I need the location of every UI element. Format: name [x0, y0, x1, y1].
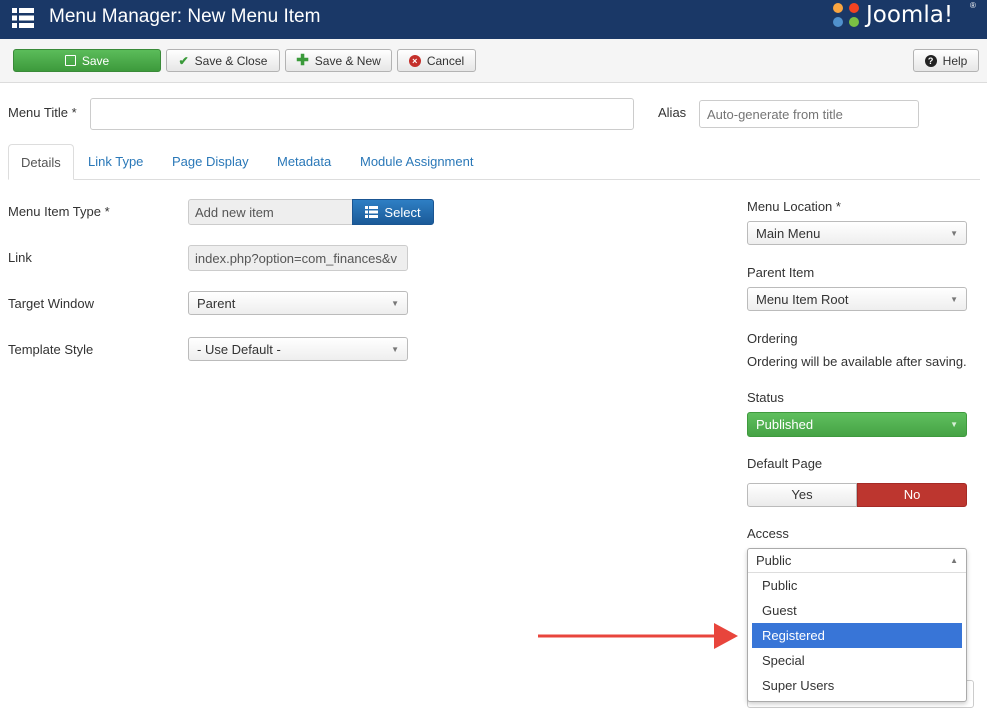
access-option-guest[interactable]: Guest [752, 598, 962, 623]
annotation-arrow-icon [538, 623, 738, 649]
tab-bar: Details Link Type Page Display Metadata … [8, 144, 980, 180]
link-label: Link [8, 250, 32, 265]
access-option-registered[interactable]: Registered [752, 623, 962, 648]
save-new-label: Save & New [314, 53, 381, 68]
tab-page-display[interactable]: Page Display [160, 144, 261, 180]
caret-down-icon: ▼ [391, 344, 399, 354]
access-option-public[interactable]: Public [752, 573, 962, 598]
joomla-logo[interactable]: Joomla! ® [830, 0, 980, 30]
caret-down-icon: ▼ [950, 420, 958, 429]
parent-item-value: Menu Item Root [756, 291, 849, 307]
link-field: index.php?option=com_finances&v [188, 245, 408, 271]
cancel-icon: × [408, 54, 421, 67]
target-window-value: Parent [197, 295, 236, 311]
check-icon: ✔ [178, 53, 189, 68]
save-label: Save [81, 53, 110, 68]
select-type-button[interactable]: Select [352, 199, 434, 225]
target-window-label: Target Window [8, 296, 94, 311]
status-label: Status [747, 390, 784, 405]
tab-metadata[interactable]: Metadata [265, 144, 343, 180]
save-button[interactable]: Save [13, 49, 161, 72]
template-style-value: - Use Default - [197, 341, 281, 357]
status-value: Published [756, 417, 814, 432]
caret-down-icon: ▼ [950, 228, 958, 238]
menu-title-label: Menu Title * [8, 105, 77, 120]
access-option-super-users[interactable]: Super Users [752, 673, 962, 698]
help-label: Help [942, 53, 968, 68]
cancel-button[interactable]: × Cancel [397, 49, 476, 72]
plus-icon: ✚ [296, 51, 309, 69]
menu-item-type-field: Add new item [188, 199, 353, 225]
access-label: Access [747, 526, 789, 541]
tab-link-type[interactable]: Link Type [76, 144, 155, 180]
status-select[interactable]: Published ▼ [747, 412, 967, 437]
default-yes-button[interactable]: Yes [747, 483, 857, 507]
logo-text: Joomla! [866, 2, 954, 28]
header-bar: Menu Manager: New Menu Item Joomla! ® [0, 0, 987, 39]
parent-item-select[interactable]: Menu Item Root ▼ [747, 287, 967, 311]
default-no-button[interactable]: No [857, 483, 967, 507]
access-select-current[interactable]: Public ▲ [748, 549, 966, 573]
parent-item-label: Parent Item [747, 265, 815, 280]
template-style-select[interactable]: - Use Default - ▼ [188, 337, 408, 361]
save-close-label: Save & Close [194, 53, 268, 68]
help-button[interactable]: ? Help [913, 49, 979, 72]
access-dropdown[interactable]: Public ▲ Public Guest Registered Special… [747, 548, 967, 702]
menu-location-select[interactable]: Main Menu ▼ [747, 221, 967, 245]
caret-up-icon: ▲ [950, 556, 958, 565]
cancel-label: Cancel [426, 53, 465, 68]
caret-down-icon: ▼ [391, 298, 399, 308]
menu-list-icon[interactable] [12, 7, 34, 29]
alias-label: Alias [658, 105, 687, 120]
select-label: Select [384, 204, 421, 220]
menu-item-type-label: Menu Item Type * [8, 204, 110, 219]
menu-title-input[interactable] [90, 98, 634, 130]
save-new-button[interactable]: ✚ Save & New [285, 49, 392, 72]
joomla-logo-icon [833, 3, 859, 27]
menu-location-label: Menu Location * [747, 199, 841, 214]
default-page-label: Default Page [747, 456, 823, 471]
edit-icon [64, 55, 76, 66]
caret-down-icon: ▼ [950, 294, 958, 304]
access-value: Public [756, 553, 792, 568]
save-close-button[interactable]: ✔ Save & Close [166, 49, 280, 72]
ordering-note: Ordering will be available after saving. [747, 354, 967, 369]
tab-details[interactable]: Details [8, 144, 74, 180]
logo-registered-mark: ® [970, 1, 976, 10]
alias-input[interactable] [699, 100, 919, 128]
target-window-select[interactable]: Parent ▼ [188, 291, 408, 315]
list-icon [365, 206, 379, 218]
default-page-toggle: Yes No [747, 483, 967, 507]
access-option-special[interactable]: Special [752, 648, 962, 673]
tab-module-assignment[interactable]: Module Assignment [348, 144, 485, 180]
question-icon: ? [924, 54, 937, 67]
template-style-label: Template Style [8, 342, 94, 357]
toolbar: Save ✔ Save & Close ✚ Save & New × Cance… [0, 39, 987, 83]
page-title: Menu Manager: New Menu Item [49, 6, 321, 27]
menu-location-value: Main Menu [756, 225, 821, 241]
ordering-label: Ordering [747, 331, 798, 346]
